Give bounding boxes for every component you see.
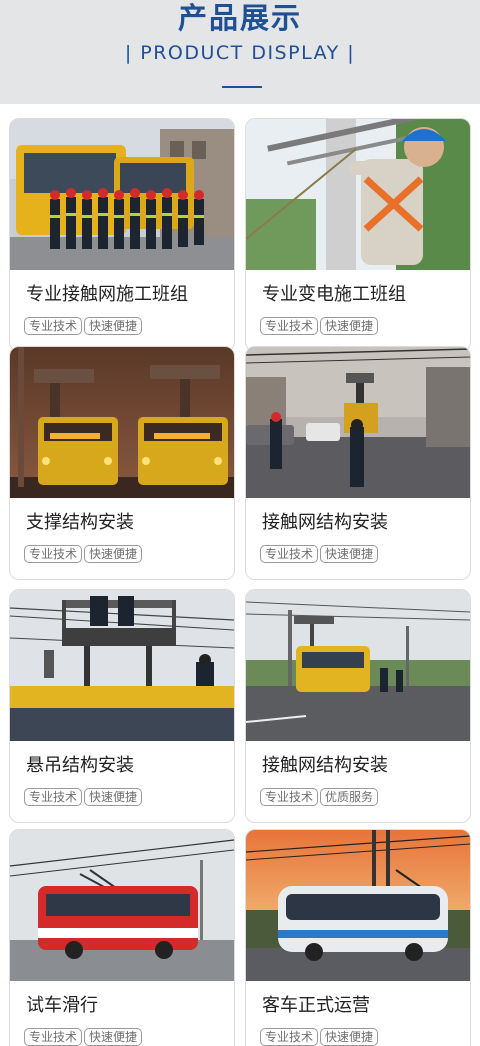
tag: 专业技术 (24, 788, 83, 806)
product-card-2[interactable]: 专业变电施工班组 专业技术 快速便捷 (245, 118, 471, 352)
product-card-3[interactable]: 支撑结构安装 专业技术 快速便捷 (9, 346, 235, 580)
product-title: 接触网结构安装 (262, 512, 388, 533)
product-tags: 专业技术 快速便捷 (260, 1026, 380, 1046)
product-image-substation-team (246, 119, 470, 270)
product-tags: 专业技术 快速便捷 (24, 786, 144, 806)
product-card-5[interactable]: 悬吊结构安装 专业技术 快速便捷 (9, 589, 235, 823)
title-divider (222, 86, 262, 88)
product-title: 试车滑行 (26, 995, 98, 1016)
tag: 快速便捷 (84, 545, 143, 563)
tag: 快速便捷 (320, 1028, 379, 1046)
product-image-official-operation (246, 830, 470, 981)
product-card-6[interactable]: 接触网结构安装 专业技术 优质服务 (245, 589, 471, 823)
product-image-catenary-install (246, 347, 470, 498)
product-title: 专业变电施工班组 (262, 284, 406, 305)
product-card-7[interactable]: 试车滑行 专业技术 快速便捷 (9, 829, 235, 1046)
product-tags: 专业技术 快速便捷 (24, 315, 144, 335)
tag: 专业技术 (24, 317, 83, 335)
product-card-4[interactable]: 接触网结构安装 专业技术 快速便捷 (245, 346, 471, 580)
product-tags: 专业技术 快速便捷 (260, 315, 380, 335)
tag: 专业技术 (24, 545, 83, 563)
section-subtitle: | PRODUCT DISPLAY | (124, 42, 356, 64)
product-image-construction-team (10, 119, 234, 270)
tag: 优质服务 (320, 788, 379, 806)
product-title: 支撑结构安装 (26, 512, 134, 533)
product-title: 客车正式运营 (262, 995, 370, 1016)
product-card-1[interactable]: 专业接触网施工班组 专业技术 快速便捷 (9, 118, 235, 352)
product-title: 专业接触网施工班组 (26, 284, 188, 305)
tag: 快速便捷 (84, 317, 143, 335)
tag: 快速便捷 (84, 788, 143, 806)
product-tags: 专业技术 快速便捷 (260, 543, 380, 563)
product-card-8[interactable]: 客车正式运营 专业技术 快速便捷 (245, 829, 471, 1046)
section-title: 产品展示 (177, 1, 302, 35)
product-image-catenary-road (246, 590, 470, 741)
product-image-test-run (10, 830, 234, 981)
tag: 专业技术 (260, 1028, 319, 1046)
product-image-suspension-install (10, 590, 234, 741)
product-tags: 专业技术 快速便捷 (24, 543, 144, 563)
tag: 专业技术 (260, 788, 319, 806)
section-header: 产品展示 | PRODUCT DISPLAY | (0, 0, 480, 104)
tag: 快速便捷 (320, 317, 379, 335)
product-image-support-install (10, 347, 234, 498)
product-title: 接触网结构安装 (262, 755, 388, 776)
tag: 专业技术 (24, 1028, 83, 1046)
product-tags: 专业技术 优质服务 (260, 786, 380, 806)
tag: 专业技术 (260, 545, 319, 563)
tag: 专业技术 (260, 317, 319, 335)
tag: 快速便捷 (84, 1028, 143, 1046)
product-tags: 专业技术 快速便捷 (24, 1026, 144, 1046)
tag: 快速便捷 (320, 545, 379, 563)
product-title: 悬吊结构安装 (26, 755, 134, 776)
